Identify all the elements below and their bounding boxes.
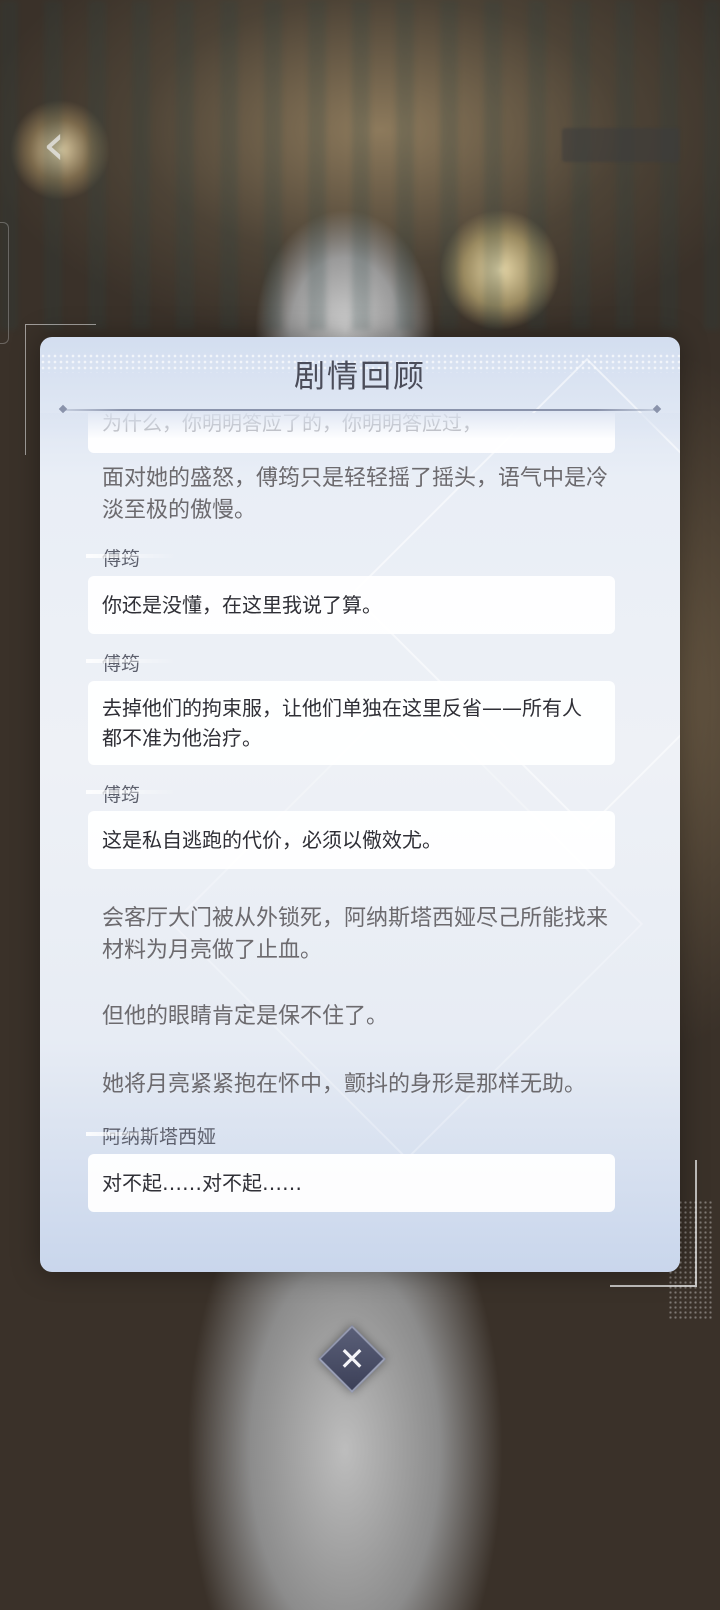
close-icon[interactable]: ✕ [328,1335,376,1383]
dialogue-card: 这是私自逃跑的代价，必须以儆效尤。 [88,811,615,869]
dialogue-text: 去掉他们的拘束服，让他们单独在这里反省——所有人都不准为他治疗。 [102,696,582,750]
speaker-name: 傅筠 [85,649,177,676]
chevron-left-icon: ‹ [42,110,66,178]
scroll-fade [40,413,680,439]
page-title: 剧情回顾 [294,359,426,395]
dialogue-card: 你还是没懂，在这里我说了算。 [88,576,615,634]
speaker-name: 阿纳斯塔西娅 [85,1122,216,1149]
narration-text: 面对她的盛怒，傅筠只是轻轻摇了摇头，语气中是冷淡至极的傲慢。 [102,466,609,523]
story-review-panel: 剧情回顾 为什么，你明明答应了的，你明明答应过， 面对她的盛怒，傅筠只是轻轻摇了… [40,337,680,1272]
title-divider [64,409,656,411]
dialogue-card: 去掉他们的拘束服，让他们单独在这里反省——所有人都不准为他治疗。 [88,681,615,765]
side-tab [0,222,9,344]
back-button[interactable]: ‹ [22,112,86,176]
blurred-menu-button [562,128,680,162]
story-scroll-area[interactable]: 为什么，你明明答应了的，你明明答应过， 面对她的盛怒，傅筠只是轻轻摇了摇头，语气… [40,413,680,1272]
narration-text: 她将月亮紧紧抱在怀中，颤抖的身形是那样无助。 [102,1072,587,1097]
speaker-name: 傅筠 [85,780,177,807]
dialogue-text: 这是私自逃跑的代价，必须以儆效尤。 [102,828,442,852]
narration-text: 会客厅大门被从外锁死，阿纳斯塔西娅尽己所能找来材料为月亮做了止血。 [102,906,609,963]
dialogue-card: 对不起……对不起…… [88,1154,615,1212]
narration-text: 但他的眼睛肯定是保不住了。 [102,1004,389,1029]
speaker-name: 傅筠 [85,544,177,571]
dialogue-text: 对不起……对不起…… [102,1171,302,1195]
dialogue-text: 你还是没懂，在这里我说了算。 [102,593,382,617]
scene-architecture [0,0,720,330]
